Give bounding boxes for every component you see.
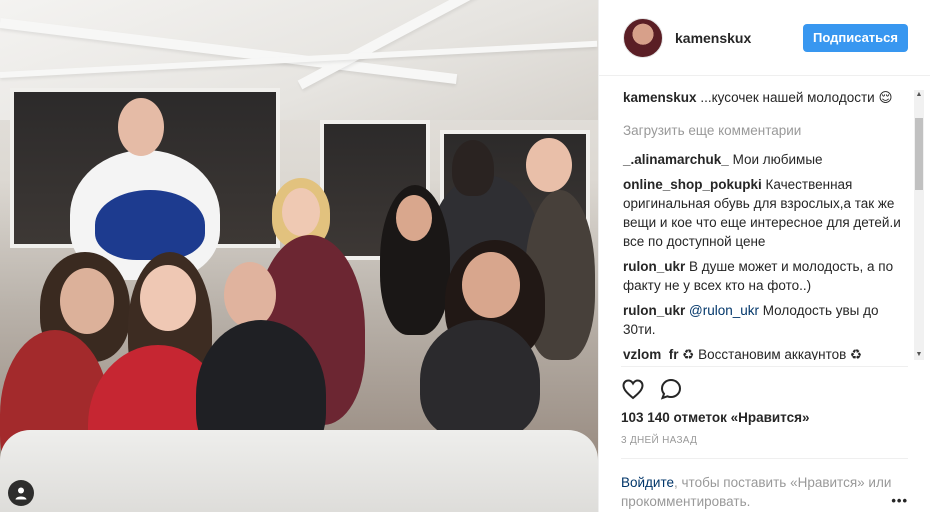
caption-username[interactable]: kamenskux	[623, 90, 697, 105]
post-header: kamenskux Подписаться	[599, 0, 930, 76]
caption: kamenskux ...кусочек нашей молодости 😌	[623, 88, 904, 107]
comment-item: rulon_ukr @rulon_ukr Молодость увы до 30…	[623, 301, 904, 339]
login-prompt: Войдите, чтобы поставить «Нравится» или …	[621, 458, 908, 511]
comment-item: _.alinamarchuk_ Мои любимые	[623, 150, 904, 169]
header-username[interactable]: kamenskux	[675, 30, 803, 46]
likes-count[interactable]: 103 140 отметок «Нравится»	[599, 406, 930, 425]
photo-head	[224, 262, 276, 328]
photo-person	[95, 190, 205, 260]
scroll-thumb[interactable]	[915, 118, 923, 190]
comment-item: online_shop_pokupki Качественная оригина…	[623, 175, 904, 251]
comment-text: Мои любимые	[732, 152, 823, 167]
avatar[interactable]	[623, 17, 663, 58]
post-sidebar: kamenskux Подписаться kamenskux ...кусоч…	[598, 0, 930, 512]
comment-username[interactable]: rulon_ukr	[623, 303, 685, 318]
load-more-comments-button[interactable]: Загрузить еще комментарии	[623, 121, 904, 140]
login-link[interactable]: Войдите	[621, 475, 674, 490]
photo-head	[462, 252, 520, 318]
comment-username[interactable]: vzlom_fr	[623, 347, 679, 360]
comment-item: vzlom_fr ♻ Восстановим аккаунтов ♻	[623, 345, 904, 360]
photo-head	[282, 188, 320, 236]
scroll-down-icon[interactable]: ▼	[914, 350, 924, 360]
caption-text: ...кусочек нашей молодости 😌	[700, 90, 893, 105]
photo-head	[118, 98, 164, 156]
comment-item: rulon_ukr В душе может и молодость, а по…	[623, 257, 904, 295]
more-options-icon[interactable]: •••	[891, 491, 908, 510]
photo-person	[420, 320, 540, 440]
scroll-up-icon[interactable]: ▲	[914, 90, 924, 100]
user-tag-icon[interactable]	[8, 480, 34, 506]
comment-username[interactable]: online_shop_pokupki	[623, 177, 762, 192]
comments-list: kamenskux ...кусочек нашей молодости 😌 З…	[599, 76, 930, 360]
photo-hair	[452, 140, 494, 196]
post-photo[interactable]	[0, 0, 598, 512]
comment-text: ♻ Восстановим аккаунтов ♻	[682, 347, 863, 360]
comment-mention[interactable]: @rulon_ukr	[689, 303, 759, 318]
post-timestamp[interactable]: 3 ДНЕЙ НАЗАД	[599, 425, 930, 446]
photo-sofa	[0, 430, 598, 512]
comment-username[interactable]: rulon_ukr	[623, 259, 685, 274]
comment-icon[interactable]	[659, 377, 683, 401]
comments-scrollbar[interactable]: ▲ ▼	[914, 90, 924, 360]
photo-head	[60, 268, 114, 334]
photo-head	[140, 265, 196, 331]
post-actions	[621, 366, 908, 406]
follow-button[interactable]: Подписаться	[802, 23, 908, 52]
photo-head	[526, 138, 572, 192]
instagram-post: kamenskux Подписаться kamenskux ...кусоч…	[0, 0, 930, 512]
heart-icon[interactable]	[621, 377, 645, 401]
comment-username[interactable]: _.alinamarchuk_	[623, 152, 729, 167]
photo-head	[396, 195, 432, 241]
